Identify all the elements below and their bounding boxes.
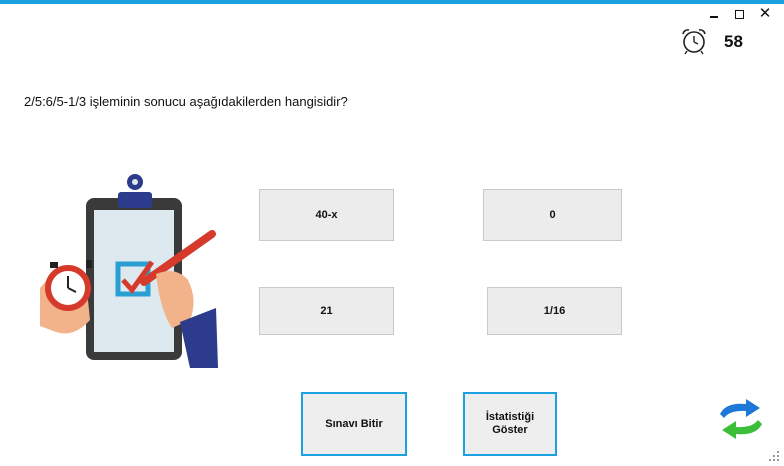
close-button[interactable]: ✕	[756, 6, 774, 22]
finish-exam-button[interactable]: Sınavı Bitir	[301, 392, 407, 456]
refresh-arrows-icon[interactable]	[716, 398, 766, 440]
answer-button-3[interactable]: 21	[259, 287, 394, 335]
maximize-icon	[735, 10, 744, 19]
answer-button-4[interactable]: 1/16	[487, 287, 622, 335]
alarm-clock-icon	[682, 29, 706, 55]
maximize-button[interactable]	[731, 6, 749, 22]
resize-grip-icon[interactable]	[768, 450, 780, 462]
show-statistics-label-line2: Göster	[492, 424, 528, 436]
minimize-button[interactable]	[706, 6, 724, 22]
answer-button-2[interactable]: 0	[483, 189, 622, 241]
timer-value: 58	[724, 32, 743, 51]
show-statistics-label-line1: İstatistiği	[485, 411, 535, 423]
window-accent-bar	[0, 0, 784, 4]
show-statistics-button[interactable]: İstatistiği Göster	[463, 392, 557, 456]
clipboard-checklist-stopwatch-icon	[40, 170, 218, 368]
question-text: 2/5:6/5-1/3 işleminin sonucu aşağıdakile…	[24, 94, 348, 109]
answer-button-1[interactable]: 40-x	[259, 189, 394, 241]
minimize-icon	[710, 16, 718, 18]
